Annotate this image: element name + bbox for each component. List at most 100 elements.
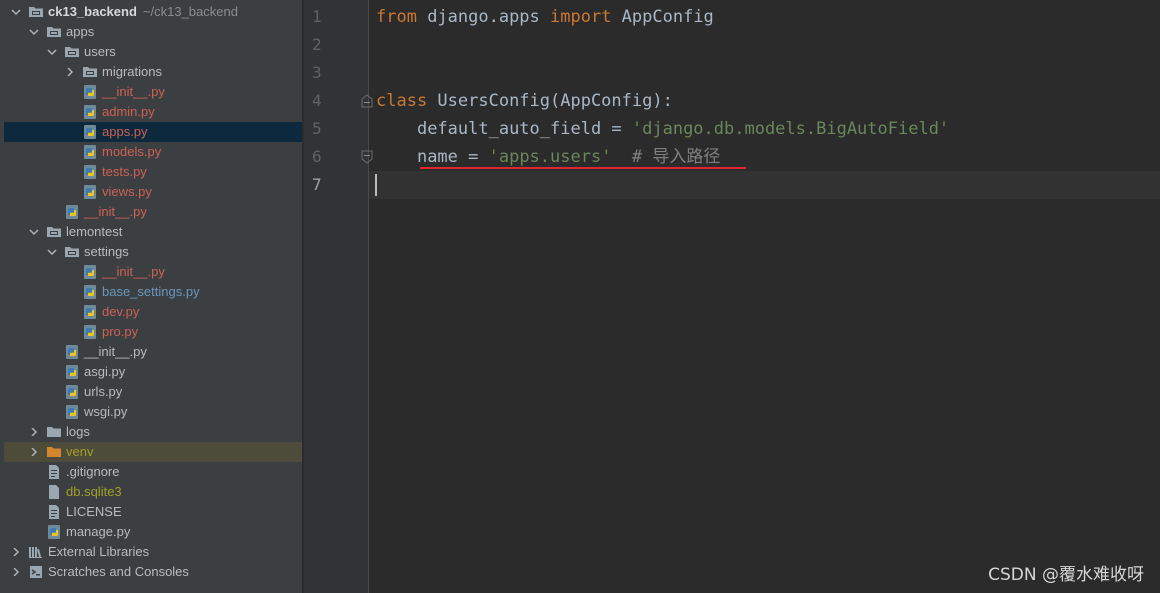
python-file-icon	[82, 104, 98, 120]
chevron-down-icon[interactable]	[46, 42, 58, 62]
module-folder-icon	[46, 24, 62, 40]
editor-gutter: 1 2 3 4 5 6 7	[304, 0, 369, 593]
tree-item-label: __init__.py	[102, 84, 165, 99]
line-number: 5	[312, 119, 322, 138]
tree-item-apps[interactable]: apps	[4, 22, 302, 42]
text-file-icon	[46, 464, 62, 480]
chevron-right-icon[interactable]	[10, 542, 22, 562]
tree-item-lemontest[interactable]: lemontest	[4, 222, 302, 242]
tree-item-label: apps.py	[102, 124, 148, 139]
tree-item-wsgi[interactable]: wsgi.py	[4, 402, 302, 422]
attribute-assignment: default_auto_field =	[416, 119, 632, 139]
chevron-right-icon[interactable]	[28, 422, 40, 442]
chevron-down-icon[interactable]	[28, 222, 40, 242]
tree-item-base-settings[interactable]: base_settings.py	[4, 282, 302, 302]
tree-item-gitignore[interactable]: .gitignore	[4, 462, 302, 482]
tree-root-ck13-backend[interactable]: ck13_backend ~/ck13_backend	[4, 2, 302, 22]
line-number: 4	[312, 91, 322, 110]
chevron-down-icon[interactable]	[46, 242, 58, 262]
fold-close-icon[interactable]	[361, 150, 373, 164]
tree-item-db-sqlite3[interactable]: db.sqlite3	[4, 482, 302, 502]
python-file-icon	[82, 84, 98, 100]
tree-item-apps-py[interactable]: apps.py	[4, 122, 302, 142]
line-number: 1	[312, 7, 322, 26]
imported-name: AppConfig	[611, 7, 714, 27]
tree-item-logs[interactable]: logs	[4, 422, 302, 442]
module-folder-icon	[46, 224, 62, 240]
database-file-icon	[46, 484, 62, 500]
python-file-icon	[82, 124, 98, 140]
library-icon	[28, 544, 44, 560]
tree-item-label: logs	[66, 424, 90, 439]
chevron-right-icon[interactable]	[10, 562, 22, 582]
text-file-icon	[46, 504, 62, 520]
tree-item-dev[interactable]: dev.py	[4, 302, 302, 322]
tree-item-label: pro.py	[102, 324, 139, 339]
chevron-down-icon[interactable]	[10, 2, 22, 22]
annotation-underline	[420, 167, 746, 169]
python-file-icon	[64, 344, 80, 360]
code-line-1: from django.apps import AppConfig	[376, 3, 714, 31]
tree-item-models[interactable]: models.py	[4, 142, 302, 162]
tree-item-migrations[interactable]: migrations	[4, 62, 302, 82]
chevron-right-icon[interactable]	[28, 442, 40, 462]
tree-item-apps-init[interactable]: __init__.py	[4, 202, 302, 222]
chevron-right-icon[interactable]	[64, 62, 76, 82]
python-file-icon	[64, 404, 80, 420]
tree-item-label: migrations	[102, 64, 162, 79]
code-comment: # 导入路径	[611, 147, 721, 167]
tree-item-views[interactable]: views.py	[4, 182, 302, 202]
tree-item-license[interactable]: LICENSE	[4, 502, 302, 522]
tree-item-settings[interactable]: settings	[4, 242, 302, 262]
tree-item-label: dev.py	[102, 304, 140, 319]
tree-item-label: __init__.py	[84, 204, 147, 219]
tree-item-label: __init__.py	[84, 344, 147, 359]
tree-item-scratches[interactable]: Scratches and Consoles	[4, 562, 302, 582]
tree-item-external-libraries[interactable]: External Libraries	[4, 542, 302, 562]
fold-open-icon[interactable]	[361, 94, 373, 108]
tree-item-label: Scratches and Consoles	[48, 564, 189, 579]
tree-item-asgi[interactable]: asgi.py	[4, 362, 302, 382]
tree-item-manage[interactable]: manage.py	[4, 522, 302, 542]
tree-item-label: manage.py	[66, 524, 131, 539]
tree-item-urls[interactable]: urls.py	[4, 382, 302, 402]
chevron-down-icon[interactable]	[28, 22, 40, 42]
python-file-icon	[64, 204, 80, 220]
tree-item-label: models.py	[102, 144, 162, 159]
class-declaration: UsersConfig(AppConfig):	[427, 91, 673, 111]
tree-item-pro[interactable]: pro.py	[4, 322, 302, 342]
string-literal: 'django.db.models.BigAutoField'	[631, 119, 950, 139]
tree-item-lemontest-init[interactable]: __init__.py	[4, 342, 302, 362]
tree-item-venv[interactable]: venv	[4, 442, 302, 462]
python-file-icon	[82, 284, 98, 300]
module-folder-icon	[64, 244, 80, 260]
code-editor[interactable]: 1 2 3 4 5 6 7 from django.apps import Ap…	[304, 0, 1160, 593]
tree-item-label: db.sqlite3	[66, 484, 122, 499]
tree-item-label: urls.py	[84, 384, 123, 399]
tree-item-label: views.py	[102, 184, 152, 199]
string-literal: 'apps.users'	[488, 147, 612, 167]
tree-item-settings-init[interactable]: __init__.py	[4, 262, 302, 282]
code-line-5: default_auto_field = 'django.db.models.B…	[376, 115, 949, 143]
tree-item-users[interactable]: users	[4, 42, 302, 62]
excluded-folder-icon	[46, 444, 62, 460]
tree-item-label: users	[84, 44, 116, 59]
python-file-icon	[82, 264, 98, 280]
module-name: django.apps	[416, 7, 551, 27]
line-number: 3	[312, 63, 322, 82]
tree-item-label: LICENSE	[66, 504, 122, 519]
tree-item-label: base_settings.py	[102, 284, 200, 299]
module-folder-icon	[64, 44, 80, 60]
python-file-icon	[64, 384, 80, 400]
line-number: 6	[312, 147, 322, 166]
tree-item-tests[interactable]: tests.py	[4, 162, 302, 182]
attribute-assignment: name =	[416, 147, 489, 167]
tree-item-admin[interactable]: admin.py	[4, 102, 302, 122]
tree-item-users-init[interactable]: __init__.py	[4, 82, 302, 102]
root-name: ck13_backend	[48, 4, 137, 19]
folder-icon	[46, 424, 62, 440]
python-file-icon	[82, 184, 98, 200]
root-path: ~/ck13_backend	[142, 4, 238, 19]
tree-root-label: ck13_backend ~/ck13_backend	[48, 2, 238, 22]
